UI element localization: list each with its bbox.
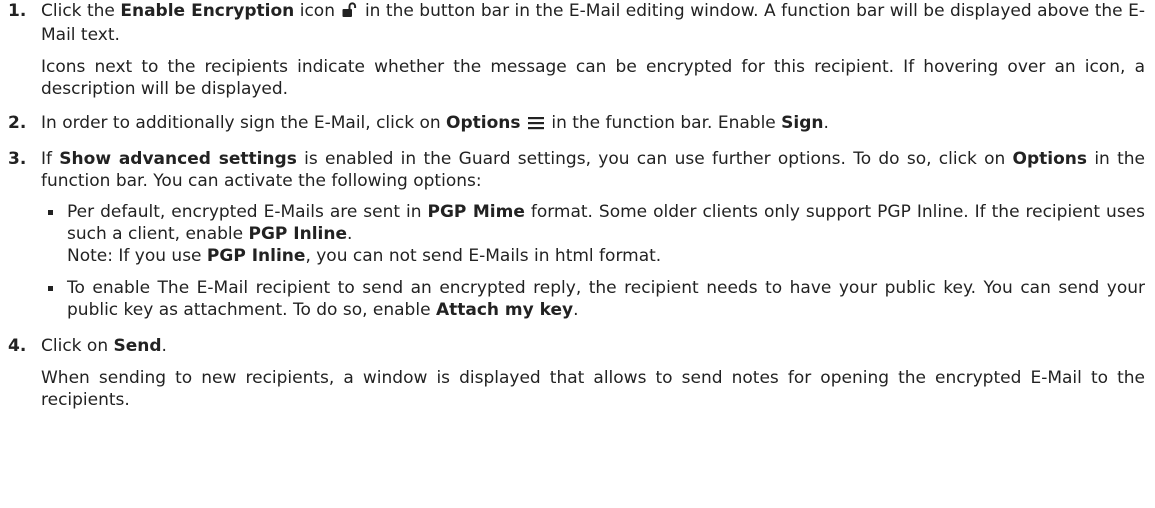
text: To enable The E-Mail recipient to send a…	[67, 278, 1145, 320]
text: .	[347, 224, 353, 244]
text: Click the	[41, 1, 121, 21]
step-number: 3.	[8, 149, 27, 169]
text: In order to additionally sign the E-Mail…	[41, 113, 447, 133]
step-instruction: In order to additionally sign the E-Mail…	[41, 112, 1145, 136]
step-body: Click the Enable Encryption icon in the …	[41, 0, 1145, 100]
ui-term: Send	[113, 336, 162, 356]
unlocked-padlock-icon	[342, 2, 357, 24]
text: Note: If you use	[67, 246, 207, 266]
step-2: 2. In order to additionally sign the E-M…	[8, 112, 1145, 136]
step-instruction: If Show advanced settings is enabled in …	[41, 148, 1145, 192]
ui-term: Enable Encryption	[120, 1, 295, 21]
hamburger-menu-icon	[527, 114, 544, 136]
ui-term: Sign	[781, 113, 824, 133]
option-list: Per default, encrypted E-Mails are sent …	[41, 201, 1145, 321]
step-1: 1. Click the Enable Encryption icon in t…	[8, 0, 1145, 100]
text: , you can not send E-Mails in html forma…	[305, 246, 662, 266]
instructions-document: 1. Click the Enable Encryption icon in t…	[0, 0, 1155, 508]
text: If	[41, 149, 60, 169]
list-item-paragraph: Per default, encrypted E-Mails are sent …	[67, 201, 1145, 245]
list-item-text: To enable The E-Mail recipient to send a…	[67, 277, 1145, 321]
step-body: In order to additionally sign the E-Mail…	[41, 112, 1145, 136]
ui-term: Show advanced settings	[59, 149, 297, 169]
list-item-note: Note: If you use PGP Inline, you can not…	[67, 245, 1145, 267]
text: Per default, encrypted E-Mails are sent …	[67, 202, 428, 222]
step-body: If Show advanced settings is enabled in …	[41, 148, 1145, 321]
step-4: 4. Click on Send. When sending to new re…	[8, 335, 1145, 411]
ui-term: PGP Inline	[206, 246, 306, 266]
list-item-text: Per default, encrypted E-Mails are sent …	[67, 201, 1145, 267]
text: .	[573, 300, 579, 320]
ui-term: Attach my key	[435, 300, 574, 320]
text: in the function bar. Enable	[545, 113, 782, 133]
ui-term: PGP Mime	[427, 202, 525, 222]
text: is enabled in the Guard settings, you ca…	[296, 149, 1013, 169]
step-3: 3. If Show advanced settings is enabled …	[8, 148, 1145, 321]
step-body: Click on Send. When sending to new recip…	[41, 335, 1145, 411]
step-number: 2.	[8, 113, 27, 133]
step-instruction: Click on Send.	[41, 335, 1145, 357]
step-note: When sending to new recipients, a window…	[41, 368, 1145, 410]
ui-term: PGP Inline	[248, 224, 348, 244]
text: .	[161, 336, 167, 356]
list-item: Per default, encrypted E-Mails are sent …	[41, 201, 1145, 267]
ui-term: Options	[446, 113, 521, 133]
text: Click on	[41, 336, 114, 356]
step-instruction: Click the Enable Encryption icon in the …	[41, 0, 1145, 46]
step-number: 4.	[8, 336, 27, 356]
bullet-icon	[41, 277, 67, 299]
step-note: Icons next to the recipients indicate wh…	[41, 57, 1145, 99]
list-item: To enable The E-Mail recipient to send a…	[41, 277, 1145, 321]
step-number: 1.	[8, 1, 27, 21]
text: .	[823, 113, 829, 133]
bullet-icon	[41, 201, 67, 223]
text: icon	[294, 1, 341, 21]
ui-term: Options	[1012, 149, 1088, 169]
